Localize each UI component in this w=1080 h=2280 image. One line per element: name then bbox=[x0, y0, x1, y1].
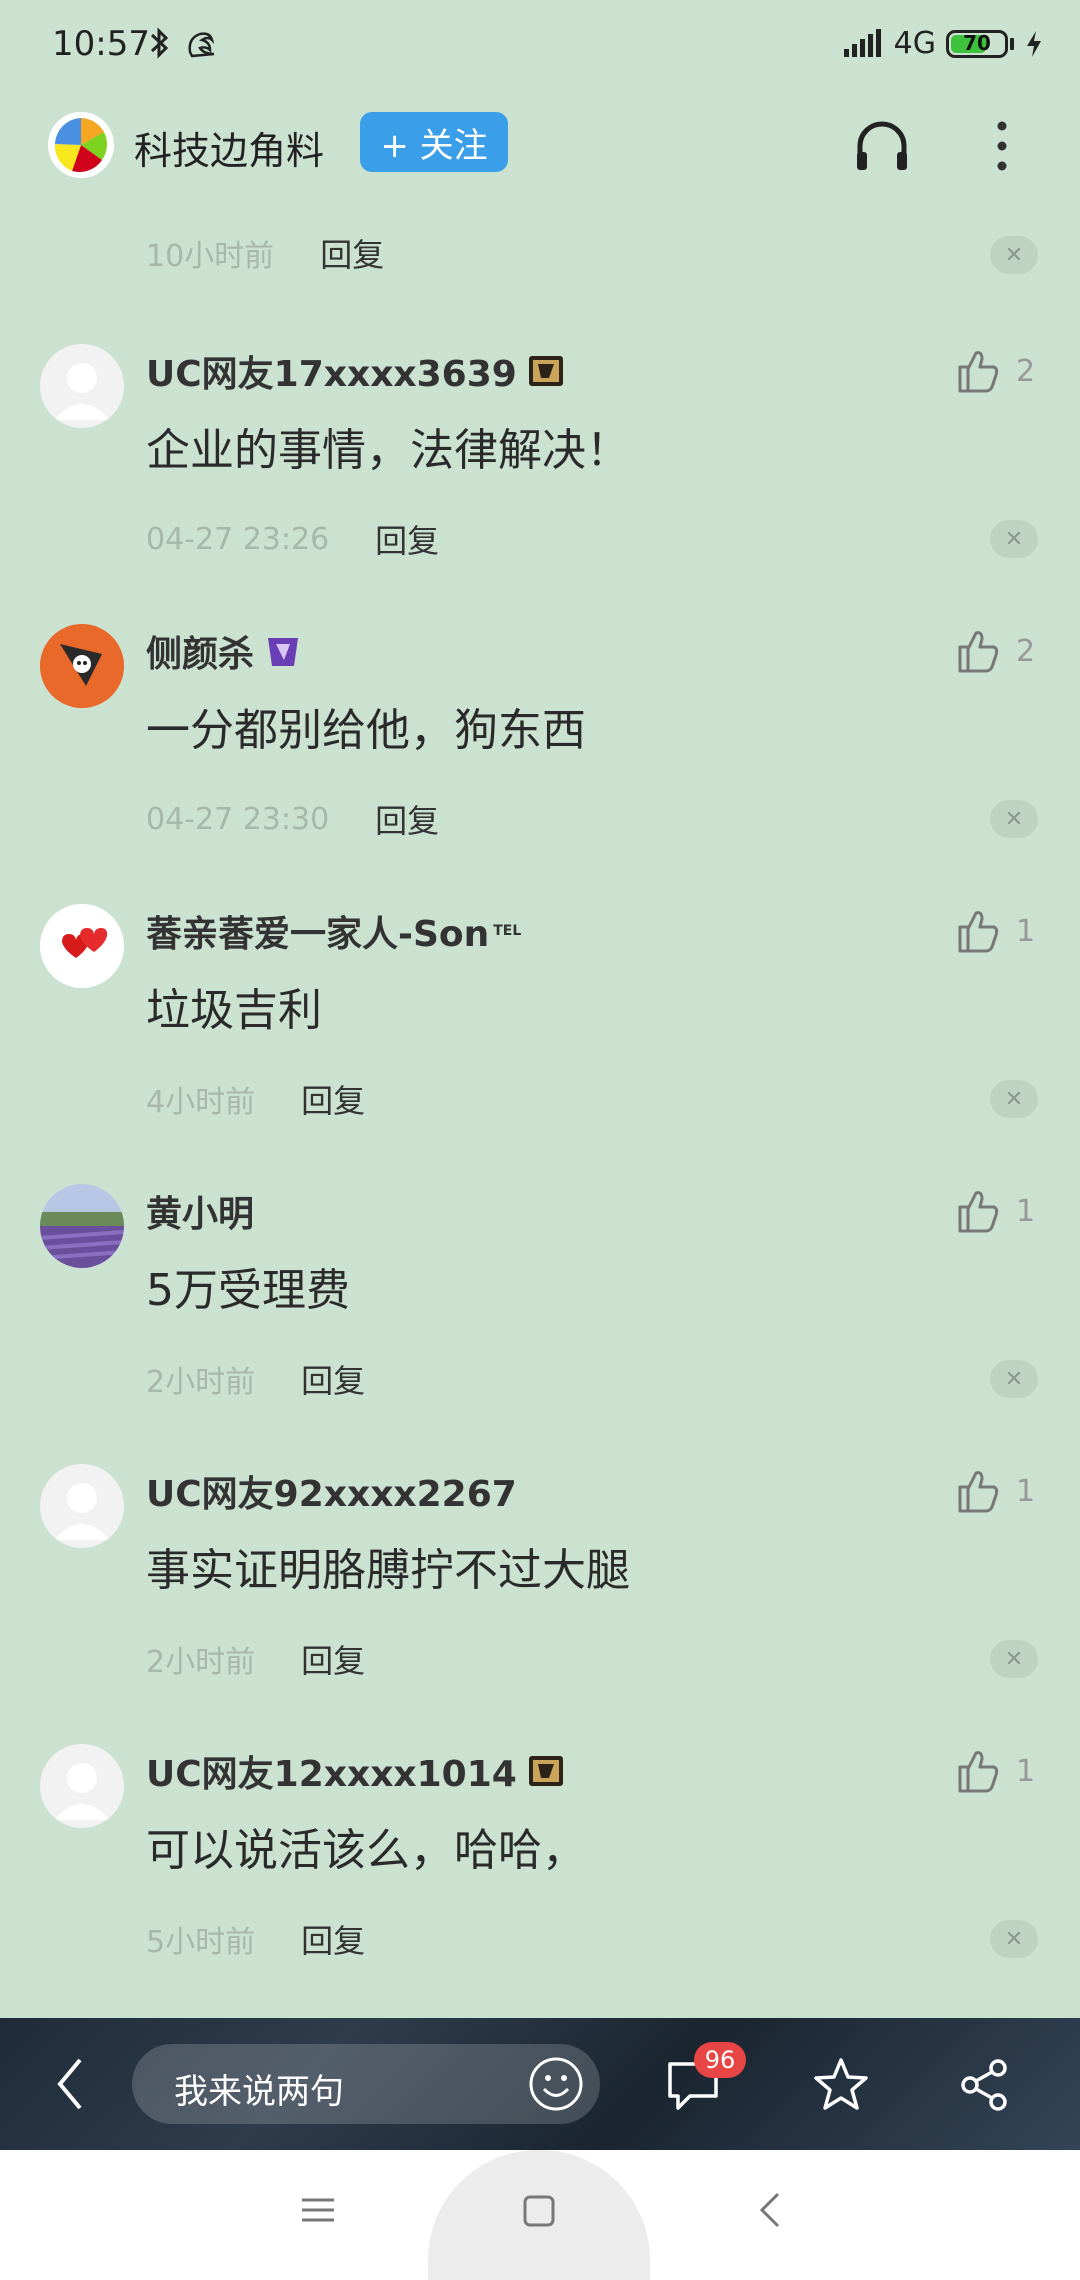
close-icon[interactable]: ✕ bbox=[990, 1360, 1038, 1398]
reply-button[interactable]: 回复 bbox=[301, 1916, 365, 1962]
gold-badge-icon bbox=[528, 1756, 563, 1786]
nav-back-icon[interactable] bbox=[756, 2190, 786, 2230]
article-header: 科技边角料 + 关注 bbox=[0, 96, 1080, 216]
headphone-icon[interactable] bbox=[852, 116, 912, 176]
channel-name[interactable]: 科技边角料 bbox=[134, 120, 324, 175]
comment-time: 04-27 23:30 bbox=[146, 801, 330, 837]
system-nav-bar bbox=[0, 2150, 1080, 2280]
thumbs-up-icon[interactable] bbox=[954, 907, 1002, 955]
tel-badge: TEL bbox=[493, 923, 522, 939]
bluetooth-icon bbox=[150, 27, 169, 59]
channel-avatar[interactable] bbox=[48, 112, 114, 178]
like-count: 1 bbox=[1016, 913, 1036, 949]
gold-badge-icon bbox=[528, 356, 563, 386]
comment-time: 2小时前 bbox=[146, 1365, 256, 1400]
comment-input-placeholder: 我来说两句 bbox=[174, 2072, 344, 2112]
like-count: 1 bbox=[1016, 1753, 1036, 1789]
username[interactable]: UC网友12xxxx1014 bbox=[146, 1745, 517, 1797]
back-arrow-icon[interactable] bbox=[50, 2054, 90, 2114]
avatar[interactable] bbox=[40, 1464, 124, 1548]
menu-icon[interactable] bbox=[298, 2190, 338, 2230]
comment-count-badge: 96 bbox=[694, 2042, 746, 2078]
avatar[interactable] bbox=[40, 1744, 124, 1828]
like-count: 2 bbox=[1016, 633, 1036, 669]
close-icon[interactable]: ✕ bbox=[990, 800, 1038, 838]
comment-time: 2小时前 bbox=[146, 1645, 256, 1680]
status-bar: 10:57 4G 70 bbox=[0, 0, 1080, 96]
emoji-icon[interactable] bbox=[528, 2056, 584, 2112]
close-icon[interactable]: ✕ bbox=[990, 236, 1038, 274]
bottom-action-bar: 我来说两句 96 bbox=[0, 2018, 1080, 2150]
comment-text: 垃圾吉利 bbox=[146, 985, 322, 1036]
comment-text: 可以说活该么，哈哈， bbox=[146, 1825, 586, 1876]
avatar[interactable] bbox=[40, 1184, 124, 1268]
comment-time: 10小时前 bbox=[146, 239, 275, 274]
close-icon[interactable]: ✕ bbox=[990, 1640, 1038, 1678]
comment-time: 5小时前 bbox=[146, 1925, 256, 1960]
follow-button[interactable]: + 关注 bbox=[360, 112, 508, 172]
close-icon[interactable]: ✕ bbox=[990, 1080, 1038, 1118]
thumbs-up-icon[interactable] bbox=[954, 1747, 1002, 1795]
share-icon[interactable] bbox=[956, 2056, 1012, 2114]
avatar[interactable] bbox=[40, 624, 124, 708]
thumbs-up-icon[interactable] bbox=[954, 1467, 1002, 1515]
comment-time: 04-27 23:26 bbox=[146, 521, 330, 557]
thumbs-up-icon[interactable] bbox=[954, 347, 1002, 395]
username[interactable]: UC网友92xxxx2267 bbox=[146, 1465, 517, 1517]
reply-button[interactable]: 回复 bbox=[320, 230, 384, 276]
like-count: 1 bbox=[1016, 1473, 1036, 1509]
username[interactable]: 黄小明 bbox=[146, 1185, 254, 1237]
battery-icon: 70 bbox=[946, 29, 1008, 58]
thumbs-up-icon[interactable] bbox=[954, 1187, 1002, 1235]
like-count: 2 bbox=[1016, 353, 1036, 389]
close-icon[interactable]: ✕ bbox=[990, 1920, 1038, 1958]
uc-browser-icon bbox=[188, 32, 215, 58]
status-time: 10:57 bbox=[52, 24, 150, 64]
like-count: 1 bbox=[1016, 1193, 1036, 1229]
more-options-icon[interactable] bbox=[984, 118, 1020, 174]
star-icon[interactable] bbox=[812, 2056, 870, 2114]
username[interactable]: 萫亲萫爱一家人-Son bbox=[146, 905, 489, 957]
comment-text: 5万受理费 bbox=[146, 1265, 350, 1316]
battery-level: 70 bbox=[963, 30, 991, 55]
comment-text: 企业的事情，法律解决！ bbox=[146, 425, 630, 476]
network-type: 4G bbox=[893, 26, 936, 61]
reply-button[interactable]: 回复 bbox=[301, 1076, 365, 1122]
username[interactable]: UC网友17xxxx3639 bbox=[146, 345, 517, 397]
thumbs-up-icon[interactable] bbox=[954, 627, 1002, 675]
avatar[interactable] bbox=[40, 904, 124, 988]
close-icon[interactable]: ✕ bbox=[990, 520, 1038, 558]
comment-text: 一分都别给他，狗东西 bbox=[146, 705, 586, 756]
comment-text: 事实证明胳膊拧不过大腿 bbox=[146, 1545, 630, 1596]
reply-button[interactable]: 回复 bbox=[375, 516, 439, 562]
username[interactable]: 侧颜杀 bbox=[146, 625, 254, 677]
signal-icon bbox=[843, 28, 881, 57]
reply-button[interactable]: 回复 bbox=[301, 1356, 365, 1402]
reply-button[interactable]: 回复 bbox=[301, 1636, 365, 1682]
avatar[interactable] bbox=[40, 344, 124, 428]
comment-time: 4小时前 bbox=[146, 1085, 256, 1120]
reply-button[interactable]: 回复 bbox=[375, 796, 439, 842]
charging-icon bbox=[1027, 30, 1041, 57]
comment-input[interactable]: 我来说两句 bbox=[132, 2044, 600, 2124]
home-icon[interactable] bbox=[522, 2194, 556, 2228]
purple-badge-icon bbox=[268, 638, 299, 666]
